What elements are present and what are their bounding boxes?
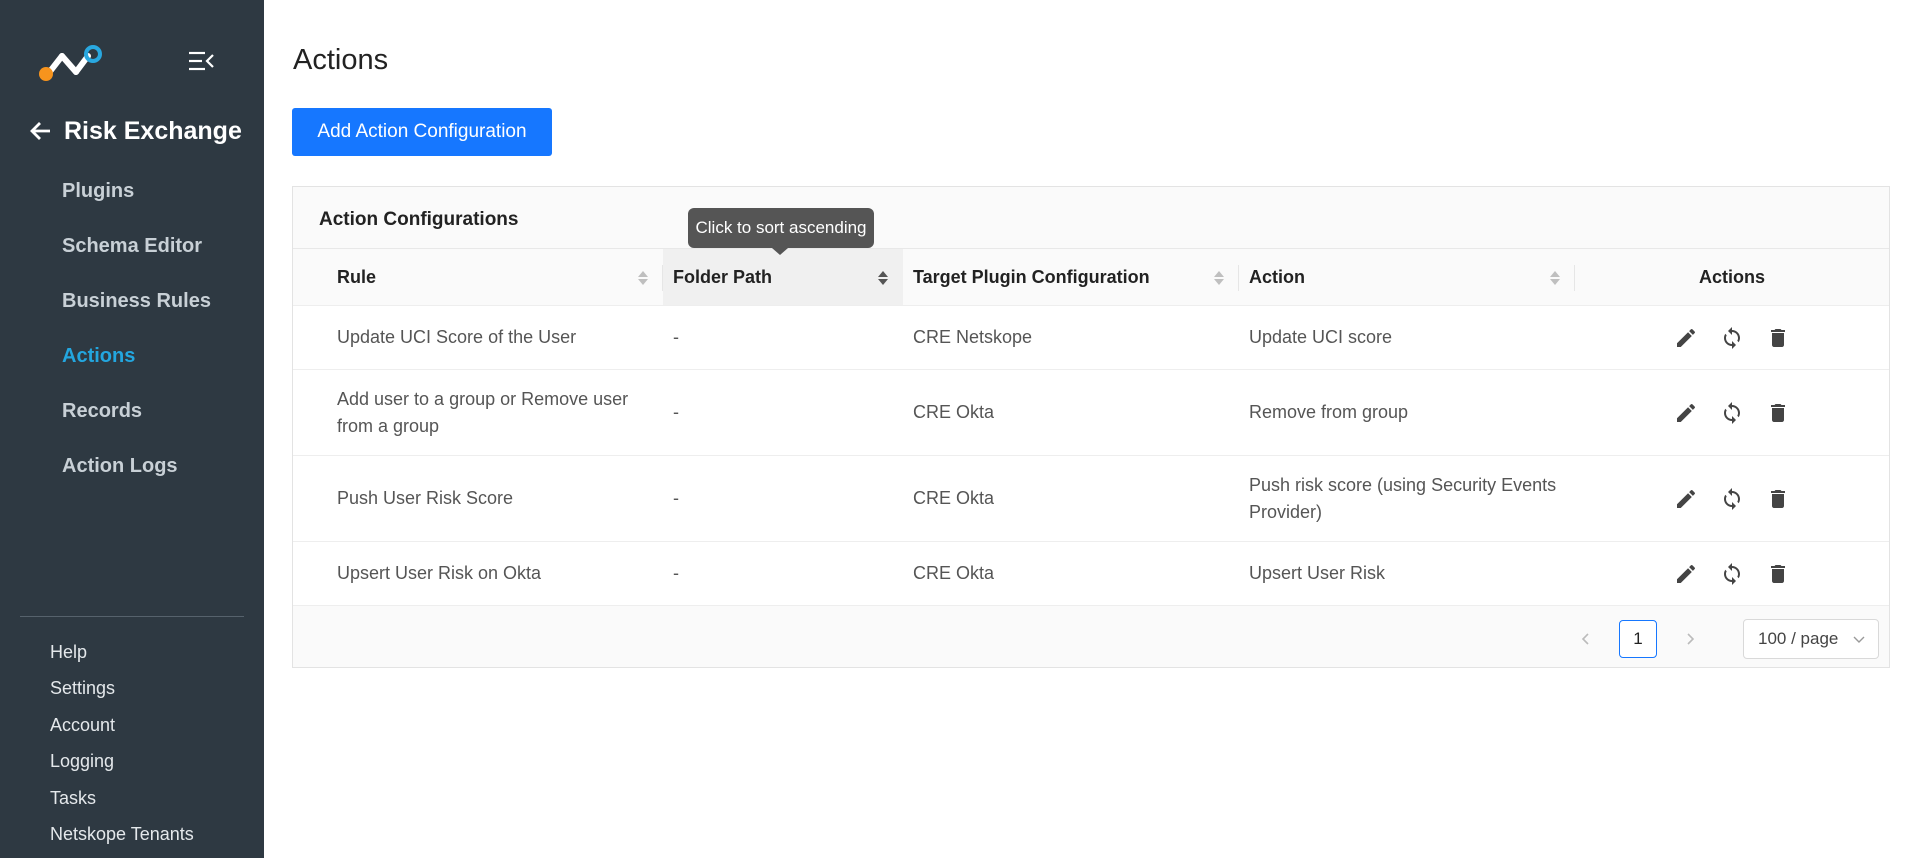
cell-target-plugin: CRE Okta xyxy=(913,488,995,508)
sidebar-item-help[interactable]: Help xyxy=(0,634,264,670)
cell-target-plugin: CRE Okta xyxy=(913,402,995,422)
sidebar-item-plugins[interactable]: Plugins xyxy=(0,164,264,219)
cell-rule: Push User Risk Score xyxy=(337,488,514,508)
pencil-icon[interactable] xyxy=(1673,561,1699,587)
column-header-label: Target Plugin Configuration xyxy=(913,266,1150,287)
arrow-left-icon xyxy=(30,122,50,140)
trash-icon[interactable] xyxy=(1765,561,1791,587)
sidebar-item-netskope-tenants[interactable]: Netskope Tenants xyxy=(0,816,264,852)
chevron-left-icon[interactable] xyxy=(1571,624,1601,654)
sidebar-item-logging[interactable]: Logging xyxy=(0,743,264,779)
sidebar-item-account[interactable]: Account xyxy=(0,707,264,743)
cell-rule: Update UCI Score of the User xyxy=(337,327,577,347)
sync-icon[interactable] xyxy=(1719,486,1745,512)
sidebar-nav: Plugins Schema Editor Business Rules Act… xyxy=(0,164,264,494)
cell-action: Update UCI score xyxy=(1249,327,1393,347)
back-to-module[interactable]: Risk Exchange xyxy=(30,114,242,148)
pencil-icon[interactable] xyxy=(1673,325,1699,351)
trash-icon[interactable] xyxy=(1765,486,1791,512)
module-title: Risk Exchange xyxy=(64,116,242,145)
page-size-select[interactable]: 100 / page xyxy=(1743,619,1879,659)
add-action-configuration-button[interactable]: Add Action Configuration xyxy=(292,108,552,156)
pencil-icon[interactable] xyxy=(1673,486,1699,512)
sync-icon[interactable] xyxy=(1719,400,1745,426)
cell-folder-path: - xyxy=(673,402,679,422)
action-configurations-table: Rule Folder Path Target Plugin Configura… xyxy=(293,248,1889,606)
trash-icon[interactable] xyxy=(1765,325,1791,351)
header-spacer xyxy=(293,249,327,305)
table-row: Upsert User Risk on Okta - CRE Okta Upse… xyxy=(293,542,1889,606)
page-size-value: 100 / page xyxy=(1758,629,1839,648)
row-actions xyxy=(1575,306,1889,369)
page-number-current[interactable]: 1 xyxy=(1619,620,1657,658)
sidebar: Risk Exchange Plugins Schema Editor Busi… xyxy=(0,0,264,858)
sidebar-divider xyxy=(20,616,244,617)
cell-target-plugin: CRE Okta xyxy=(913,563,995,583)
sidebar-item-actions[interactable]: Actions xyxy=(0,329,264,384)
row-actions xyxy=(1575,542,1889,605)
sidebar-item-settings[interactable]: Settings xyxy=(0,670,264,706)
sync-icon[interactable] xyxy=(1719,325,1745,351)
cell-folder-path: - xyxy=(673,563,679,583)
chevron-down-icon xyxy=(1853,636,1865,643)
sort-icon xyxy=(1550,271,1560,285)
cell-folder-path: - xyxy=(673,327,679,347)
sidebar-item-schema-editor[interactable]: Schema Editor xyxy=(0,219,264,274)
tooltip-arrow xyxy=(772,248,788,255)
cell-rule: Add user to a group or Remove user from … xyxy=(337,388,629,436)
column-header-rule[interactable]: Rule xyxy=(327,249,663,305)
card-title: Action Configurations xyxy=(319,209,519,230)
row-actions xyxy=(1575,456,1889,541)
cell-action: Push risk score (using Security Events P… xyxy=(1249,474,1557,522)
column-header-label: Rule xyxy=(337,266,377,287)
action-configurations-card: Action Configurations Rule Folder Path T… xyxy=(292,186,1890,668)
cell-action: Upsert User Risk xyxy=(1249,563,1386,583)
column-header-target-plugin-configuration[interactable]: Target Plugin Configuration xyxy=(903,249,1239,305)
sort-icon xyxy=(1214,271,1224,285)
table-row: Update UCI Score of the User - CRE Netsk… xyxy=(293,306,1889,370)
sync-icon[interactable] xyxy=(1719,561,1745,587)
table-row: Add user to a group or Remove user from … xyxy=(293,370,1889,456)
column-header-label: Action xyxy=(1249,266,1305,287)
sidebar-item-action-logs[interactable]: Action Logs xyxy=(0,439,264,494)
sort-icon xyxy=(638,271,648,285)
cell-folder-path: - xyxy=(673,488,679,508)
column-header-action[interactable]: Action xyxy=(1239,249,1575,305)
pencil-icon[interactable] xyxy=(1673,400,1699,426)
page-title: Actions xyxy=(293,44,389,76)
table-header: Rule Folder Path Target Plugin Configura… xyxy=(293,248,1889,306)
trash-icon[interactable] xyxy=(1765,400,1791,426)
cell-action: Remove from group xyxy=(1249,402,1409,422)
column-header-folder-path[interactable]: Folder Path xyxy=(663,249,903,305)
row-actions xyxy=(1575,370,1889,455)
sort-icon xyxy=(878,271,888,285)
sidebar-bottom-nav: Help Settings Account Logging Tasks Nets… xyxy=(0,634,264,852)
cell-target-plugin: CRE Netskope xyxy=(913,327,1033,347)
pagination: 1 100 / page xyxy=(1571,619,1879,659)
sidebar-item-tasks[interactable]: Tasks xyxy=(0,780,264,816)
menu-collapse-icon[interactable] xyxy=(188,50,214,72)
cell-rule: Upsert User Risk on Okta xyxy=(337,563,542,583)
netskope-logo[interactable] xyxy=(38,44,104,82)
sidebar-item-records[interactable]: Records xyxy=(0,384,264,439)
column-header-label: Folder Path xyxy=(673,266,773,287)
sidebar-item-business-rules[interactable]: Business Rules xyxy=(0,274,264,329)
column-header-label: Actions xyxy=(1698,266,1765,287)
chevron-right-icon[interactable] xyxy=(1675,624,1705,654)
column-header-actions: Actions xyxy=(1575,249,1889,305)
table-row: Push User Risk Score - CRE Okta Push ris… xyxy=(293,456,1889,542)
sort-tooltip: Click to sort ascending xyxy=(688,208,874,248)
